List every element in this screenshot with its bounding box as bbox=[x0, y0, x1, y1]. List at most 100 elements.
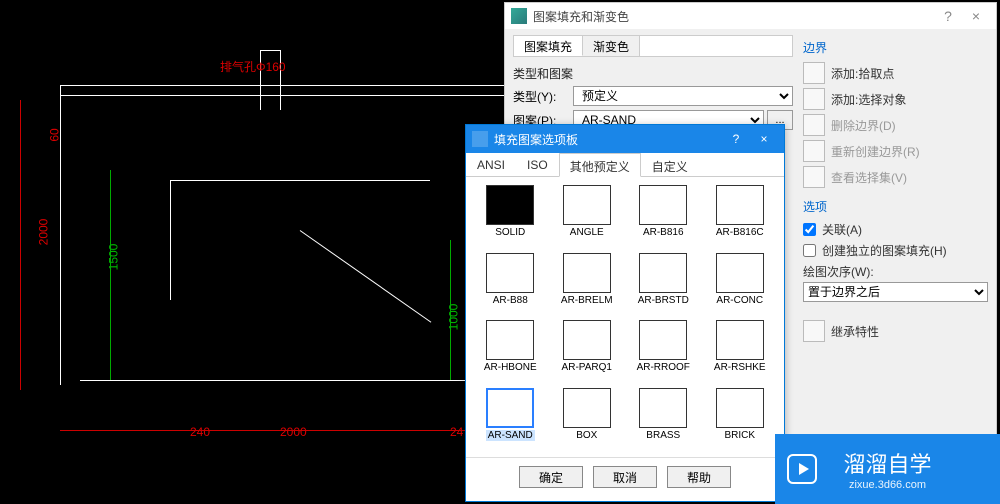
logo-brand: 溜溜自学 bbox=[843, 447, 931, 479]
remove-boundary-label: 删除边界(D) bbox=[831, 117, 896, 134]
add-pick-label: 添加:拾取点 bbox=[831, 65, 894, 82]
pattern-swatch-solid[interactable]: SOLID bbox=[474, 185, 547, 247]
pattern-preview-icon bbox=[639, 253, 687, 293]
group-type-pattern: 类型和图案 bbox=[513, 65, 793, 82]
pattern-swatch-label: AR-B816C bbox=[704, 227, 777, 238]
palette-close-button[interactable]: × bbox=[750, 132, 778, 146]
play-icon bbox=[787, 454, 817, 484]
pattern-preview-icon bbox=[563, 388, 611, 428]
pattern-swatch-label: ANGLE bbox=[551, 227, 624, 238]
pattern-preview-icon bbox=[486, 185, 534, 225]
view-selection: 查看选择集(V) bbox=[803, 166, 988, 188]
remove-boundary: 删除边界(D) bbox=[803, 114, 988, 136]
pattern-swatch-label: BRASS bbox=[627, 430, 700, 441]
pattern-swatch-label: AR-B816 bbox=[627, 227, 700, 238]
pattern-swatch-ar-b88[interactable]: AR-B88 bbox=[474, 253, 547, 315]
pattern-preview-icon bbox=[639, 320, 687, 360]
pattern-preview-icon bbox=[716, 253, 764, 293]
hatch-dialog-titlebar[interactable]: 图案填充和渐变色 ? × bbox=[505, 3, 996, 29]
draw-order-select[interactable]: 置于边界之后 bbox=[803, 282, 988, 302]
pattern-swatch-label: AR-B88 bbox=[474, 295, 547, 306]
add-pick-points[interactable]: 添加:拾取点 bbox=[803, 62, 988, 84]
inherit-label: 继承特性 bbox=[831, 323, 879, 340]
tab-iso[interactable]: ISO bbox=[516, 153, 559, 176]
pattern-swatch-ar-brelm[interactable]: AR-BRELM bbox=[551, 253, 624, 315]
help-button[interactable]: ? bbox=[934, 8, 962, 24]
pattern-swatch-label: AR-RROOF bbox=[627, 362, 700, 373]
inherit-properties[interactable]: 继承特性 bbox=[803, 320, 988, 342]
separate-hatch-label: 创建独立的图案填充(H) bbox=[822, 242, 947, 259]
pattern-preview-icon bbox=[486, 320, 534, 360]
draw-order-label: 绘图次序(W): bbox=[803, 263, 988, 280]
pattern-swatch-angle[interactable]: ANGLE bbox=[551, 185, 624, 247]
palette-help-button[interactable]: ? bbox=[722, 132, 750, 146]
pattern-preview-icon bbox=[716, 320, 764, 360]
tab-ansi[interactable]: ANSI bbox=[466, 153, 516, 176]
separate-hatch-checkbox[interactable] bbox=[803, 244, 816, 257]
help-button-bottom[interactable]: 帮助 bbox=[667, 466, 731, 488]
dim-2000-bottom: 2000 bbox=[280, 425, 307, 439]
pattern-swatch-ar-rshke[interactable]: AR-RSHKE bbox=[704, 320, 777, 382]
view-selection-icon bbox=[803, 166, 825, 188]
pattern-swatch-ar-b816[interactable]: AR-B816 bbox=[627, 185, 700, 247]
pattern-swatch-box[interactable]: BOX bbox=[551, 388, 624, 450]
tab-other-predefined[interactable]: 其他预定义 bbox=[559, 153, 641, 177]
palette-app-icon bbox=[472, 131, 488, 147]
pattern-preview-icon bbox=[716, 388, 764, 428]
palette-title: 填充图案选项板 bbox=[494, 131, 578, 148]
pattern-palette-dialog: 填充图案选项板 ? × ANSI ISO 其他预定义 自定义 SOLID ANGL… bbox=[465, 124, 785, 502]
boundary-title: 边界 bbox=[803, 39, 988, 56]
pattern-swatch-label: AR-RSHKE bbox=[704, 362, 777, 373]
pattern-swatch-label: AR-PARQ1 bbox=[551, 362, 624, 373]
cancel-button[interactable]: 取消 bbox=[593, 466, 657, 488]
add-select-label: 添加:选择对象 bbox=[831, 91, 906, 108]
pattern-swatch-ar-rroof[interactable]: AR-RROOF bbox=[627, 320, 700, 382]
add-select-objects[interactable]: 添加:选择对象 bbox=[803, 88, 988, 110]
tab-custom[interactable]: 自定义 bbox=[641, 153, 699, 176]
pattern-preview-icon bbox=[639, 185, 687, 225]
dim-2000-left: 2000 bbox=[36, 219, 50, 246]
dim-60: 60 bbox=[48, 128, 62, 141]
pattern-swatch-ar-sand[interactable]: AR-SAND bbox=[474, 388, 547, 450]
watermark-logo: 溜溜自学 zixue.3d66.com bbox=[775, 434, 1000, 504]
pattern-preview-icon bbox=[563, 185, 611, 225]
recreate-boundary-icon bbox=[803, 140, 825, 162]
close-button[interactable]: × bbox=[962, 8, 990, 24]
pattern-swatch-ar-hbone[interactable]: AR-HBONE bbox=[474, 320, 547, 382]
pattern-preview-icon bbox=[639, 388, 687, 428]
logo-url: zixue.3d66.com bbox=[849, 479, 926, 491]
tab-hatch[interactable]: 图案填充 bbox=[514, 36, 583, 56]
associative-label: 关联(A) bbox=[822, 221, 862, 238]
pattern-swatch-ar-parq1[interactable]: AR-PARQ1 bbox=[551, 320, 624, 382]
pattern-swatch-label: SOLID bbox=[474, 227, 547, 238]
pattern-swatch-label: BOX bbox=[551, 430, 624, 441]
hatch-dialog-title: 图案填充和渐变色 bbox=[533, 8, 629, 25]
pattern-preview-icon bbox=[486, 388, 534, 428]
label-vent: 排气孔Φ160 bbox=[220, 58, 286, 75]
associative-checkbox[interactable] bbox=[803, 223, 816, 236]
tab-gradient[interactable]: 渐变色 bbox=[583, 36, 640, 56]
pattern-swatch-ar-brstd[interactable]: AR-BRSTD bbox=[627, 253, 700, 315]
pattern-preview-icon bbox=[716, 185, 764, 225]
dim-1500-left: 1500 bbox=[106, 244, 120, 271]
type-label: 类型(Y): bbox=[513, 88, 573, 105]
pattern-swatch-ar-b816c[interactable]: AR-B816C bbox=[704, 185, 777, 247]
pattern-swatch-brick[interactable]: BRICK bbox=[704, 388, 777, 450]
pick-points-icon bbox=[803, 62, 825, 84]
remove-boundary-icon bbox=[803, 114, 825, 136]
ok-button[interactable]: 确定 bbox=[519, 466, 583, 488]
pattern-swatch-ar-conc[interactable]: AR-CONC bbox=[704, 253, 777, 315]
recreate-boundary: 重新创建边界(R) bbox=[803, 140, 988, 162]
type-select[interactable]: 预定义 bbox=[573, 86, 793, 106]
pattern-swatch-label: AR-BRELM bbox=[551, 295, 624, 306]
pattern-preview-icon bbox=[563, 253, 611, 293]
palette-tabs: ANSI ISO 其他预定义 自定义 bbox=[466, 153, 784, 177]
pattern-swatch-label: AR-SAND bbox=[486, 430, 535, 441]
pattern-swatch-brass[interactable]: BRASS bbox=[627, 388, 700, 450]
select-objects-icon bbox=[803, 88, 825, 110]
pattern-preview-icon bbox=[563, 320, 611, 360]
palette-titlebar[interactable]: 填充图案选项板 ? × bbox=[466, 125, 784, 153]
options-title: 选项 bbox=[803, 198, 988, 215]
dim-1000: 1000 bbox=[446, 304, 460, 331]
pattern-preview-icon bbox=[486, 253, 534, 293]
